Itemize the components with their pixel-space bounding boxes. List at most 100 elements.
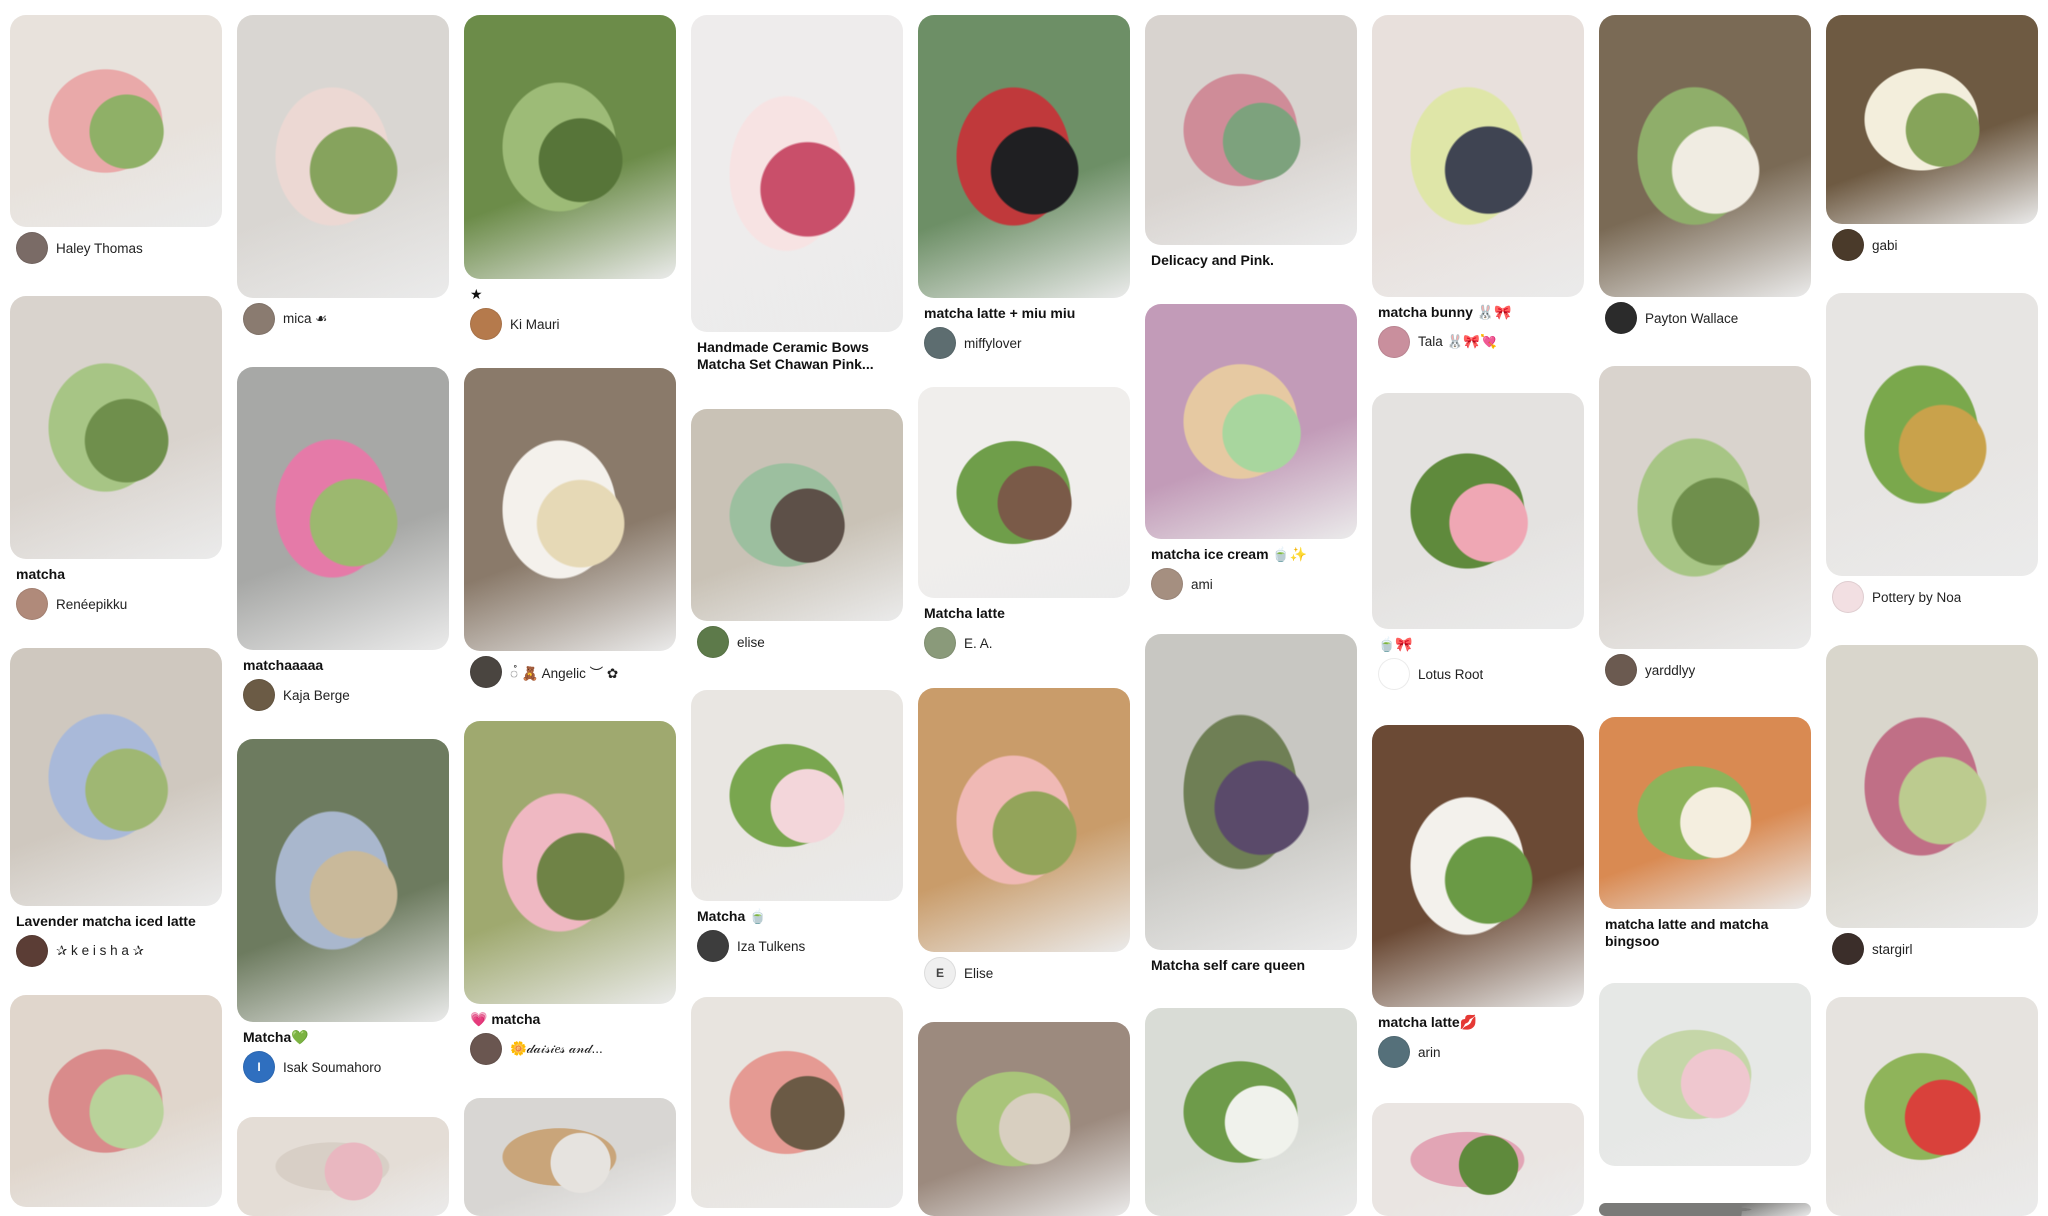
- pin-image[interactable]: [237, 739, 449, 1022]
- avatar[interactable]: [697, 626, 729, 658]
- pin-title[interactable]: matcha: [16, 566, 216, 583]
- author-name[interactable]: mica ☙: [283, 311, 327, 327]
- avatar[interactable]: E: [924, 957, 956, 989]
- pin-title[interactable]: matcha latte💋: [1378, 1014, 1578, 1031]
- pin-author[interactable]: Lotus Root: [1378, 658, 1584, 690]
- pin-card[interactable]: matcha latte + miu miu miffylover: [918, 15, 1130, 359]
- pin-card[interactable]: gabi: [1826, 15, 2038, 261]
- pin-card[interactable]: matchaaaaa Kaja Berge: [237, 367, 449, 711]
- pin-title[interactable]: 🍵🎀: [1378, 636, 1578, 653]
- author-name[interactable]: Renéepikku: [56, 597, 127, 612]
- pin-title[interactable]: matcha latte and matcha bingsoo: [1605, 916, 1805, 950]
- avatar[interactable]: [697, 930, 729, 962]
- pin-image[interactable]: [918, 387, 1130, 598]
- pin-author[interactable]: Kaja Berge: [243, 679, 449, 711]
- avatar[interactable]: [924, 327, 956, 359]
- pin-image[interactable]: [1826, 997, 2038, 1216]
- pin-author[interactable]: elise: [697, 626, 903, 658]
- pin-image[interactable]: [1599, 717, 1811, 909]
- pin-card[interactable]: matcha latte and matcha bingsoo: [1599, 717, 1811, 950]
- pin-card[interactable]: Haley Thomas: [10, 15, 222, 264]
- author-name[interactable]: Isak Soumahoro: [283, 1060, 381, 1075]
- pin-author[interactable]: E Elise: [924, 957, 1130, 989]
- pin-image[interactable]: [1826, 15, 2038, 224]
- author-name[interactable]: Elise: [964, 966, 993, 981]
- pin-title[interactable]: matcha bunny 🐰🎀: [1378, 304, 1578, 321]
- pin-image[interactable]: [918, 688, 1130, 952]
- pin-card[interactable]: mica ☙: [237, 15, 449, 335]
- author-name[interactable]: ✰ k e i s h a ✰: [56, 943, 144, 959]
- avatar[interactable]: [1378, 658, 1410, 690]
- pin-image[interactable]: [691, 690, 903, 901]
- pin-card[interactable]: ★ Ki Mauri: [464, 15, 676, 340]
- pin-image[interactable]: [918, 1022, 1130, 1216]
- avatar[interactable]: [1605, 654, 1637, 686]
- pin-image[interactable]: [464, 15, 676, 279]
- pin-card[interactable]: [1372, 1103, 1584, 1216]
- avatar[interactable]: [16, 935, 48, 967]
- pin-image[interactable]: [691, 997, 903, 1208]
- pin-card[interactable]: Matcha 🍵 Iza Tulkens: [691, 690, 903, 962]
- author-name[interactable]: Pottery by Noa: [1872, 590, 1961, 605]
- pin-author[interactable]: 🌼𝒹𝒶𝒾𝓈𝒾𝑒𝓈 𝒶𝓃𝒹...: [470, 1033, 676, 1065]
- pin-card[interactable]: [918, 1022, 1130, 1216]
- pin-image[interactable]: [691, 15, 903, 332]
- avatar[interactable]: [470, 1033, 502, 1065]
- pin-card[interactable]: Lavender matcha iced latte ✰ k e i s h a …: [10, 648, 222, 967]
- pin-title[interactable]: Matcha 🍵: [697, 908, 897, 925]
- pin-author[interactable]: mica ☙: [243, 303, 449, 335]
- pin-image[interactable]: [237, 367, 449, 650]
- pin-image[interactable]: [10, 15, 222, 227]
- pin-author[interactable]: ami: [1151, 568, 1357, 600]
- avatar[interactable]: [470, 656, 502, 688]
- pin-image[interactable]: [1826, 293, 2038, 576]
- author-name[interactable]: Iza Tulkens: [737, 939, 805, 954]
- pin-image[interactable]: [1599, 983, 1811, 1166]
- pin-title[interactable]: matcha latte + miu miu: [924, 305, 1124, 322]
- pin-title[interactable]: Delicacy and Pink.: [1151, 252, 1351, 269]
- author-name[interactable]: miffylover: [964, 336, 1022, 351]
- avatar[interactable]: [1832, 581, 1864, 613]
- avatar[interactable]: I: [243, 1051, 275, 1083]
- author-name[interactable]: yarddlyy: [1645, 663, 1695, 678]
- pin-image[interactable]: [1372, 1103, 1584, 1216]
- pin-card[interactable]: [10, 995, 222, 1207]
- pin-image[interactable]: [10, 648, 222, 906]
- pin-author[interactable]: arin: [1378, 1036, 1584, 1068]
- pin-title[interactable]: Matcha self care queen: [1151, 957, 1351, 974]
- pin-card[interactable]: [464, 1098, 676, 1216]
- pin-image[interactable]: [691, 409, 903, 621]
- author-name[interactable]: Payton Wallace: [1645, 311, 1738, 326]
- pin-card[interactable]: Pottery by Noa: [1826, 293, 2038, 613]
- pin-author[interactable]: yarddlyy: [1605, 654, 1811, 686]
- author-name[interactable]: stargirl: [1872, 942, 1913, 957]
- pin-card[interactable]: Matcha latte E. A.: [918, 387, 1130, 659]
- pin-card[interactable]: elise: [691, 409, 903, 658]
- avatar[interactable]: [1832, 933, 1864, 965]
- pin-image[interactable]: [1372, 393, 1584, 629]
- pin-author[interactable]: Tala 🐰🎀💘: [1378, 326, 1584, 358]
- pin-author[interactable]: ◌̊ 🧸 Angelic ︶ ✿: [470, 656, 676, 688]
- pin-card[interactable]: [1599, 983, 1811, 1166]
- pin-title[interactable]: Handmade Ceramic Bows Matcha Set Chawan …: [697, 339, 897, 373]
- avatar[interactable]: [924, 627, 956, 659]
- pin-author[interactable]: miffylover: [924, 327, 1130, 359]
- pin-author[interactable]: gabi: [1832, 229, 2038, 261]
- pin-image[interactable]: [918, 15, 1130, 298]
- author-name[interactable]: Haley Thomas: [56, 241, 143, 256]
- pin-image[interactable]: [1145, 1008, 1357, 1216]
- pin-image[interactable]: [10, 995, 222, 1207]
- author-name[interactable]: Kaja Berge: [283, 688, 350, 703]
- pin-title[interactable]: Matcha latte: [924, 605, 1124, 622]
- pin-image[interactable]: [1145, 304, 1357, 539]
- pin-image[interactable]: [464, 368, 676, 651]
- pin-title[interactable]: Matcha💚: [243, 1029, 443, 1046]
- author-name[interactable]: ◌̊ 🧸 Angelic ︶ ✿: [510, 662, 618, 682]
- pin-card[interactable]: matcha latte💋 arin: [1372, 725, 1584, 1068]
- author-name[interactable]: ami: [1191, 577, 1213, 592]
- avatar[interactable]: [1151, 568, 1183, 600]
- pin-card[interactable]: [1145, 1008, 1357, 1216]
- pin-card[interactable]: Matcha self care queen: [1145, 634, 1357, 974]
- author-name[interactable]: arin: [1418, 1045, 1441, 1060]
- avatar[interactable]: [16, 588, 48, 620]
